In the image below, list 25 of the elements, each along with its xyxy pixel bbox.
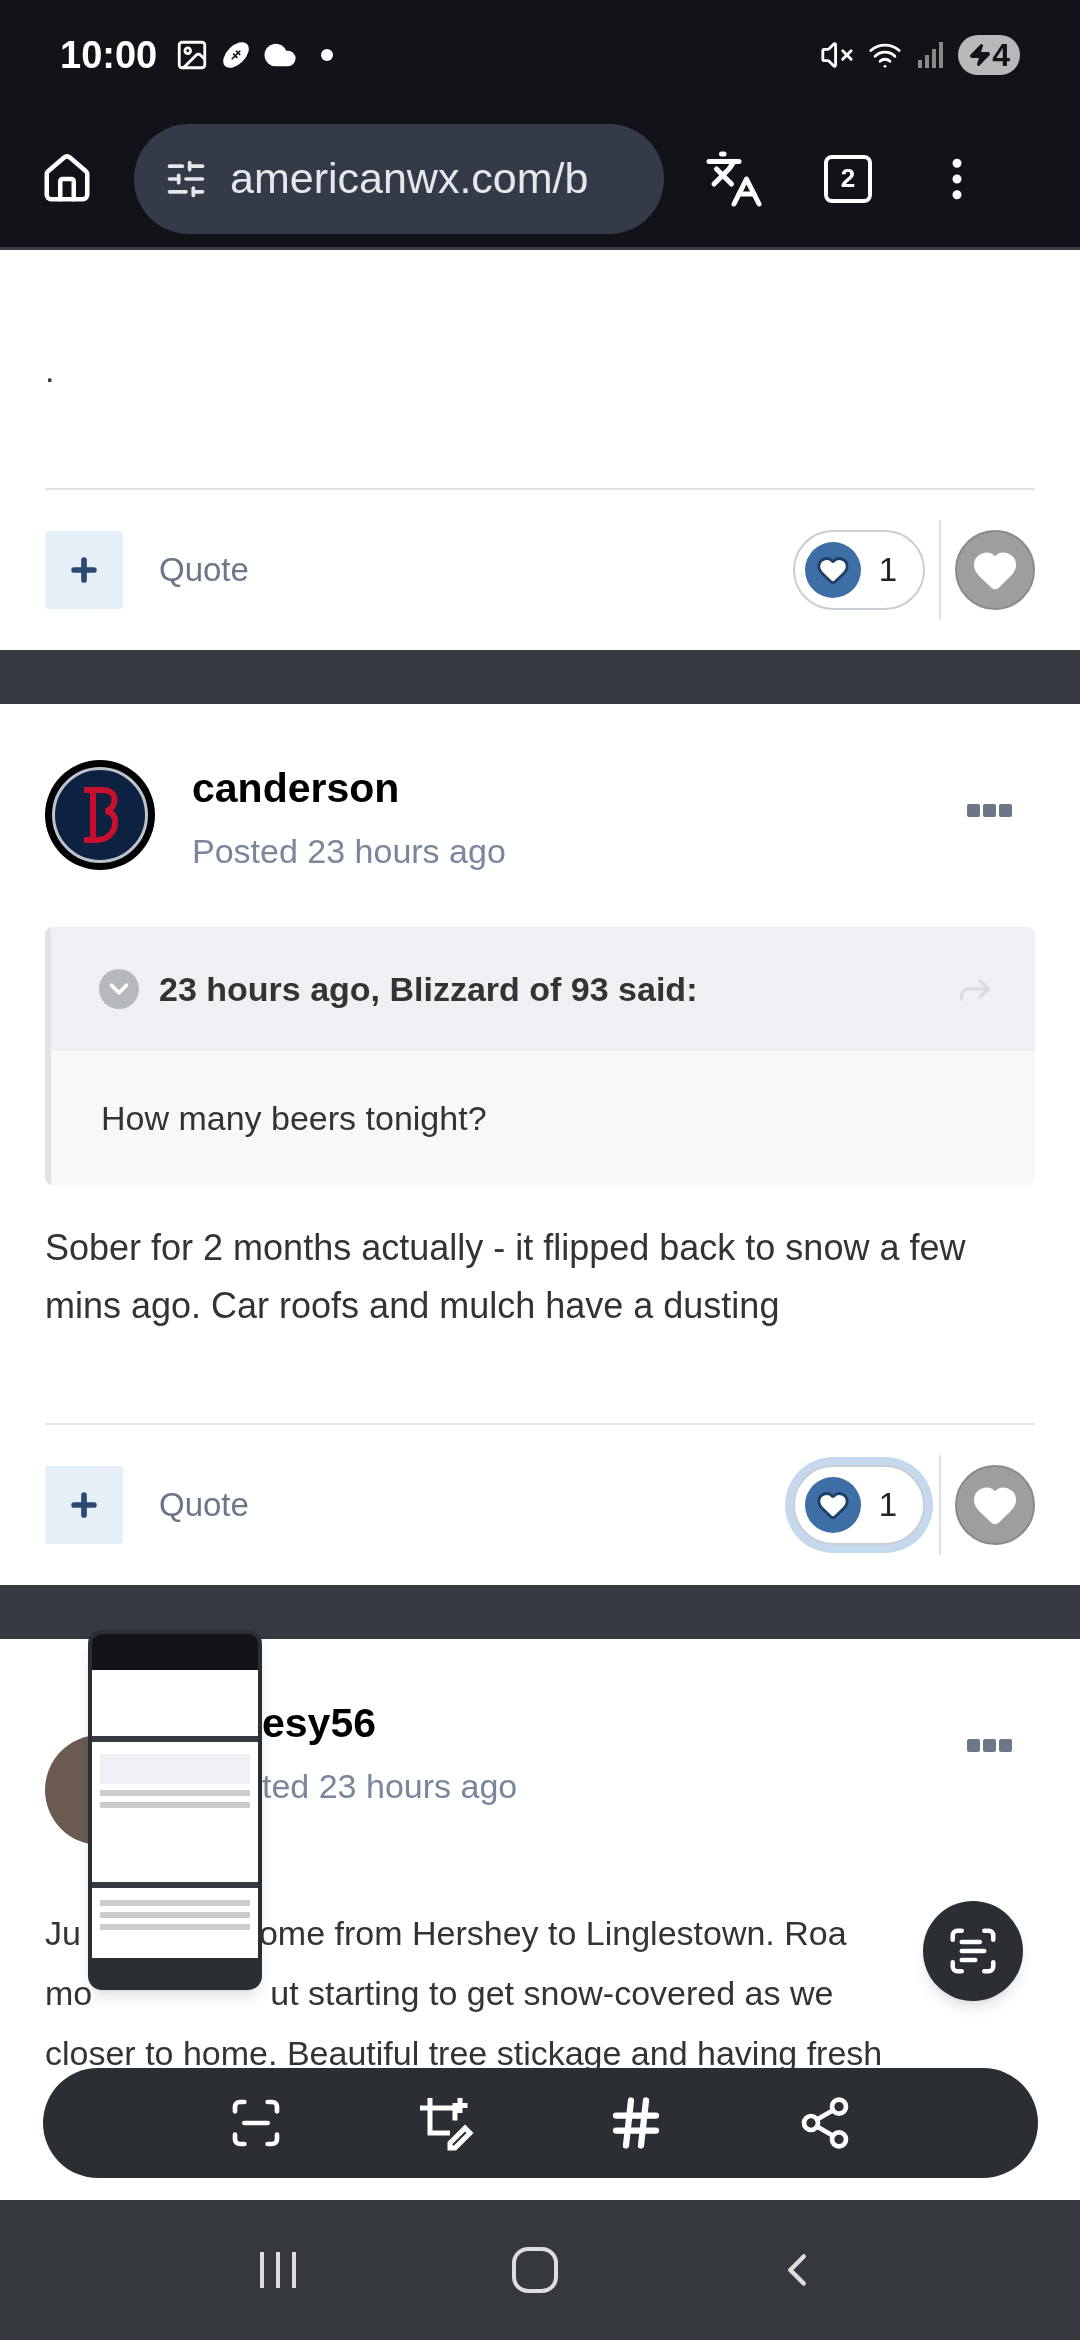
post-text: ome from Hershey to Linglestown. Roa — [258, 1912, 847, 1954]
home-nav-icon[interactable] — [512, 2247, 558, 2293]
post-time: ted 23 hours ago — [262, 1766, 519, 1807]
like-count-button[interactable]: 1 — [792, 530, 925, 610]
post-text: Ju — [45, 1912, 81, 1954]
add-button[interactable] — [45, 1466, 123, 1544]
post-text: ut starting to get snow-covered as we — [270, 1972, 834, 2014]
post-time: Posted 23 hours ago — [192, 831, 507, 872]
more-options-icon[interactable] — [967, 804, 1013, 818]
tab-count-button[interactable]: 2 — [824, 154, 872, 203]
post-text: closer to home. Beautiful tree stickage and having fresh — [45, 2032, 883, 2074]
post-text: Sober for 2 months actually - it flipped back to snow a few mins ago. Car roofs and mulch have a dusting — [45, 1226, 967, 1328]
address-bar[interactable]: americanwx.com/b — [134, 123, 664, 234]
quote-header: 23 hours ago, Blizzard of 93 said: — [159, 968, 698, 1010]
post-text: mo — [45, 1972, 93, 2014]
quote-button[interactable]: Quote — [159, 1480, 249, 1530]
author-name[interactable]: canderson — [192, 760, 967, 816]
add-button[interactable] — [45, 531, 123, 609]
clock: 10:00 — [60, 32, 158, 78]
quoted-text: How many beers tonight? — [101, 1097, 487, 1139]
battery-indicator: 4 — [958, 35, 1020, 75]
quote-button[interactable]: Quote — [159, 545, 249, 595]
author-name[interactable]: esy56 — [262, 1695, 967, 1751]
more-options-icon[interactable] — [967, 1739, 1013, 1753]
post-text: . — [45, 350, 56, 391]
